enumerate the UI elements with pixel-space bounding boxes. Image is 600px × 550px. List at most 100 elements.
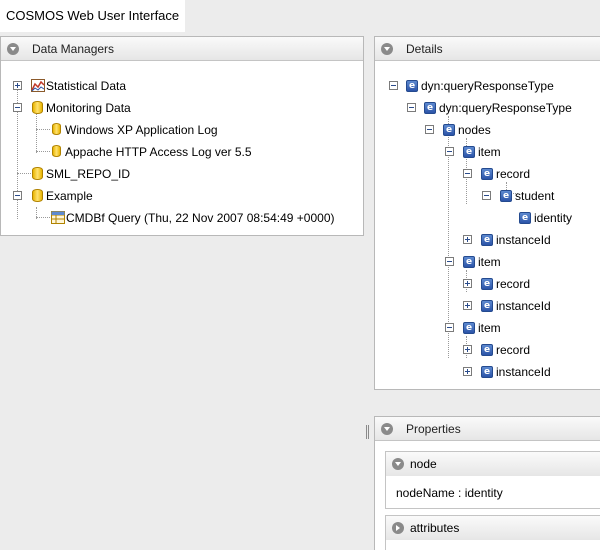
tree-item-sml-repo-id[interactable]: SML_REPO_ID [1,165,301,183]
tree-item-monitoring-data[interactable]: Monitoring Data [1,99,301,117]
collapse-node-icon[interactable] [445,323,454,332]
expand-icon[interactable] [463,345,472,354]
node-section-header[interactable]: node [386,452,600,476]
tree-node-label: record [496,277,531,291]
collapse-node-icon[interactable] [13,103,22,112]
database-icon [32,101,43,114]
database-icon [32,167,43,180]
tree-node-label: item [478,255,501,269]
tree-node-nodes[interactable]: e nodes [375,121,595,139]
tree-node-label: identity [534,211,573,225]
node-section-title: node [410,457,437,471]
tree-item-label: Windows XP Application Log [65,123,218,137]
element-icon: e [481,168,493,180]
tree-node-label: dyn:queryResponseType [421,79,554,93]
element-icon: e [481,300,493,312]
tree-node-record[interactable]: e record [375,275,595,293]
details-title: Details [406,42,443,56]
attributes-section-header[interactable]: attributes [386,516,600,540]
splitter-handle[interactable] [366,425,370,439]
tree-node-label: dyn:queryResponseType [439,101,572,115]
collapse-node-icon[interactable] [463,169,472,178]
tree-node-item[interactable]: e item [375,143,595,161]
database-icon [32,189,43,202]
tree-node-label: item [478,321,501,335]
app-title-bar: COSMOS Web User Interface [0,0,600,32]
tree-item-example[interactable]: Example [1,187,301,205]
collapse-icon[interactable] [381,43,393,55]
element-icon: e [519,212,531,224]
element-icon: e [481,366,493,378]
tree-node-response[interactable]: e dyn:queryResponseType [375,99,595,117]
properties-panel: Properties node nodeName : identity attr… [374,416,600,550]
tree-item-cmdbf-query[interactable]: CMDBf Query (Thu, 22 Nov 2007 08:54:49 +… [1,209,363,227]
tree-node-item[interactable]: e item [375,319,595,337]
element-icon: e [406,80,418,92]
node-section: node nodeName : identity [385,451,600,509]
tree-node-label: student [515,189,555,203]
tree-item-label: Appache HTTP Access Log ver 5.5 [65,145,252,159]
element-icon: e [463,146,475,158]
element-icon: e [443,124,455,136]
tree-node-label: nodes [458,123,491,137]
tree-node-instanceid[interactable]: e instanceId [375,363,595,381]
expand-icon[interactable] [13,81,22,90]
collapse-icon[interactable] [392,458,404,470]
tree-node-identity[interactable]: e identity [375,209,595,227]
tree-node-label: instanceId [496,299,551,313]
tree-node-label: instanceId [496,233,551,247]
data-managers-panel: Data Managers Statistical Data Monitorin… [0,36,364,236]
database-icon [52,145,61,157]
tree-node-record[interactable]: e record [375,341,595,359]
collapse-node-icon[interactable] [445,147,454,156]
collapse-node-icon[interactable] [13,191,22,200]
tree-item-label: SML_REPO_ID [46,167,131,181]
tree-item-statistical-data[interactable]: Statistical Data [1,77,301,95]
element-icon: e [500,190,512,202]
tree-item-label: Statistical Data [46,79,127,93]
tree-item-label: Monitoring Data [46,101,131,115]
tree-node-instanceid[interactable]: e instanceId [375,231,595,249]
element-icon: e [481,278,493,290]
collapse-node-icon[interactable] [389,81,398,90]
properties-header[interactable]: Properties [375,417,600,441]
tree-node-instanceid[interactable]: e instanceId [375,297,595,315]
collapse-node-icon[interactable] [425,125,434,134]
attributes-section-title: attributes [410,521,460,535]
expand-section-icon[interactable] [392,522,404,534]
expand-icon[interactable] [463,235,472,244]
expand-icon[interactable] [463,367,472,376]
tree-item-apache-log[interactable]: Appache HTTP Access Log ver 5.5 [1,143,301,161]
tree-node-student[interactable]: e student [375,187,595,205]
tree-node-label: instanceId [496,365,551,379]
app-title: COSMOS Web User Interface [0,0,186,32]
collapse-icon[interactable] [7,43,19,55]
tree-node-item[interactable]: e item [375,253,595,271]
data-managers-tree: Statistical Data Monitoring Data Windows… [1,61,363,235]
tree-node-label: record [496,167,531,181]
element-icon: e [463,322,475,334]
expand-icon[interactable] [463,301,472,310]
tree-node-label: item [478,145,501,159]
expand-icon[interactable] [463,279,472,288]
tree-node-root[interactable]: e dyn:queryResponseType [375,77,595,95]
query-icon [51,211,65,224]
element-icon: e [481,344,493,356]
element-icon: e [463,256,475,268]
collapse-node-icon[interactable] [482,191,491,200]
details-header[interactable]: Details [375,37,600,61]
chart-icon [31,79,45,92]
tree-item-windows-xp-log[interactable]: Windows XP Application Log [1,121,301,139]
tree-item-label: Example [46,189,93,203]
tree-node-label: record [496,343,531,357]
tree-node-record[interactable]: e record [375,165,595,183]
collapse-icon[interactable] [381,423,393,435]
element-icon: e [481,234,493,246]
properties-title: Properties [406,422,461,436]
collapse-node-icon[interactable] [445,257,454,266]
data-managers-header[interactable]: Data Managers [1,37,363,61]
details-tree: e dyn:queryResponseType e dyn:queryRespo… [375,61,600,389]
collapse-node-icon[interactable] [407,103,416,112]
data-managers-title: Data Managers [32,42,115,56]
details-panel: Details e dyn:queryResponseType e dyn:qu… [374,36,600,390]
